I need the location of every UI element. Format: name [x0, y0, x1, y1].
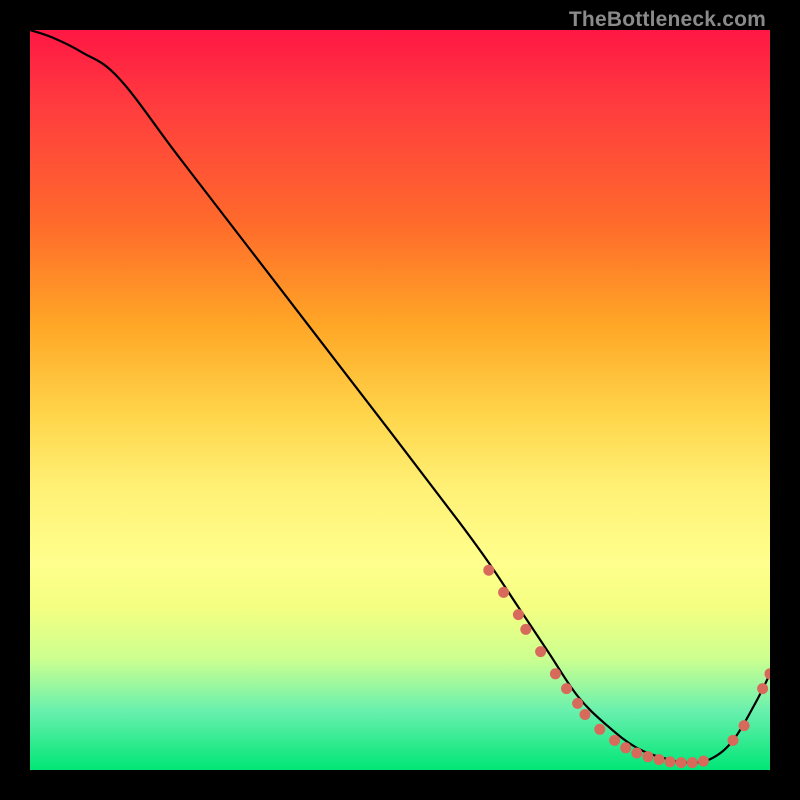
sample-point	[757, 683, 768, 694]
plot-area	[30, 30, 770, 770]
sample-point	[698, 756, 709, 767]
sample-point	[620, 742, 631, 753]
sample-point	[498, 587, 509, 598]
sample-point	[561, 683, 572, 694]
sample-point	[572, 698, 583, 709]
bottleneck-curve-line	[30, 30, 770, 763]
sample-point	[594, 724, 605, 735]
sample-point	[631, 747, 642, 758]
sample-point	[765, 668, 771, 679]
chart-svg	[30, 30, 770, 770]
sample-point	[513, 609, 524, 620]
sample-point	[676, 757, 687, 768]
sample-point	[550, 668, 561, 679]
sample-point	[654, 754, 665, 765]
sample-point	[739, 720, 750, 731]
sample-point	[520, 624, 531, 635]
sample-point	[483, 565, 494, 576]
sample-point	[535, 646, 546, 657]
sample-point	[687, 757, 698, 768]
chart-root: { "watermark": "TheBottleneck.com", "col…	[0, 0, 800, 800]
sample-point	[609, 735, 620, 746]
sample-point	[728, 735, 739, 746]
sample-point	[580, 709, 591, 720]
sample-points	[483, 565, 770, 768]
sample-point	[665, 756, 676, 767]
sample-point	[642, 751, 653, 762]
watermark-text: TheBottleneck.com	[569, 8, 766, 32]
